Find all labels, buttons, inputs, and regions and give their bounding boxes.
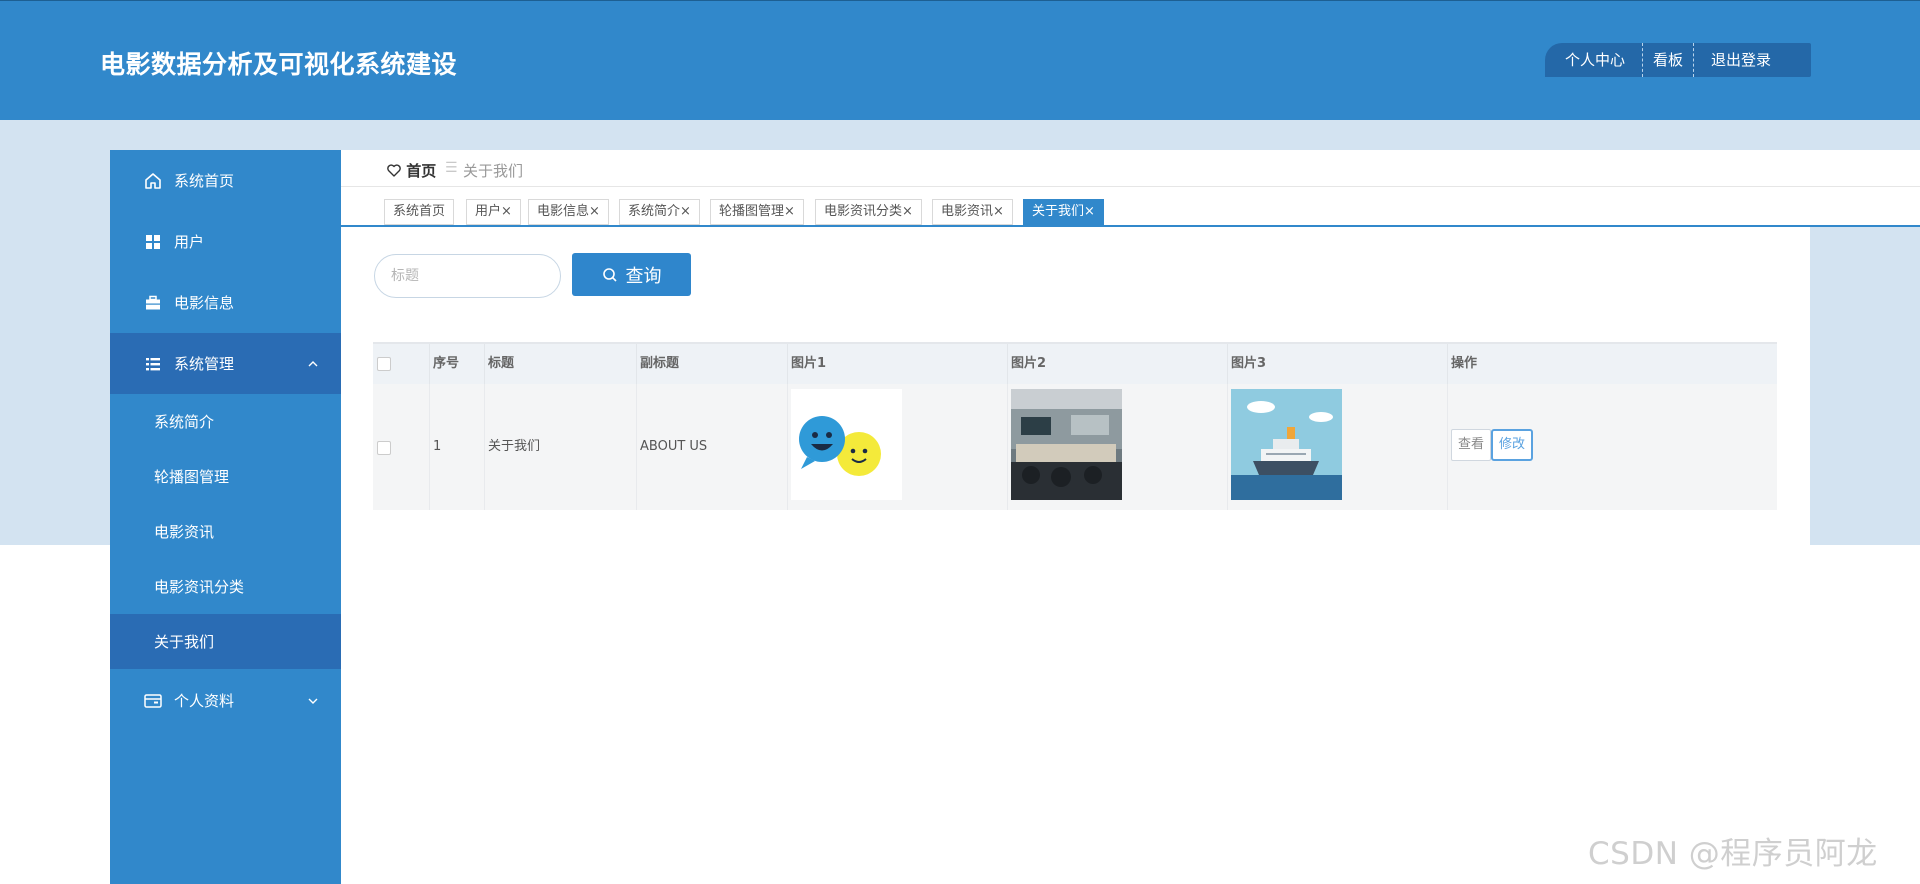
cell-title: 关于我们 [484, 384, 636, 510]
row-checkbox[interactable] [377, 441, 391, 455]
list-icon [144, 355, 162, 373]
tab-close-icon[interactable]: × [1084, 204, 1095, 219]
row-select [373, 384, 429, 510]
tab-label: 用户 [475, 204, 502, 219]
sidebar-sub-item-news-category[interactable]: 电影资讯分类 [110, 559, 341, 614]
main-content: 首页 ☰ 关于我们 系统首页 用户× 电影信息× 系统简介× 轮播图管理× 电影… [341, 150, 1920, 545]
tab-label: 关于我们 [1032, 204, 1085, 219]
tab-label: 电影资讯 [941, 204, 994, 219]
cell-image-2 [1007, 384, 1227, 510]
column-header: 标题 [484, 344, 636, 384]
top-nav-logout[interactable]: 退出登录 [1694, 43, 1788, 77]
column-header: 图片2 [1007, 344, 1227, 384]
tab-users[interactable]: 用户× [466, 199, 521, 225]
column-header: 序号 [429, 344, 484, 384]
sidebar-item-label: 系统首页 [174, 172, 235, 190]
sidebar-item-profile[interactable]: 个人资料 [110, 670, 341, 731]
sidebar-item-label: 个人资料 [174, 692, 235, 710]
tab-system-intro[interactable]: 系统简介× [619, 199, 700, 225]
column-header: 副标题 [636, 344, 787, 384]
sidebar: 系统首页 用户 电影信息 系统管理 系统简介 轮播图管理 电影资讯 电影资讯分类… [110, 150, 341, 884]
breadcrumb-home-label: 首页 [406, 162, 437, 180]
cell-image-1 [787, 384, 1007, 510]
cell-subtitle: ABOUT US [636, 384, 787, 510]
watermark: CSDN @程序员阿龙 [1588, 836, 1878, 872]
cell-actions: 查看 修改 [1447, 384, 1777, 510]
sidebar-item-system-management[interactable]: 系统管理 [110, 333, 341, 394]
content-panel: 查询 序号 标题 副标题 图片1 图片2 图片3 操作 1 关于我们 [341, 227, 1810, 545]
tab-label: 电影信息 [537, 204, 590, 219]
sidebar-item-label: 系统管理 [174, 355, 235, 373]
tab-close-icon[interactable]: × [902, 204, 913, 219]
sidebar-item-home[interactable]: 系统首页 [110, 150, 341, 211]
view-button[interactable]: 查看 [1451, 429, 1492, 461]
wallet-icon [144, 692, 162, 710]
tab-carousel[interactable]: 轮播图管理× [710, 199, 804, 225]
heart-icon [387, 164, 401, 177]
image-1-thumbnail [791, 389, 902, 500]
tab-label: 电影资讯分类 [824, 204, 903, 219]
top-header: 电影数据分析及可视化系统建设 个人中心 看板 退出登录 [0, 0, 1920, 120]
select-all-checkbox[interactable] [377, 357, 391, 371]
chevron-down-icon [307, 670, 319, 731]
sidebar-sub-item-system-intro[interactable]: 系统简介 [110, 394, 341, 449]
edit-button[interactable]: 修改 [1491, 429, 1534, 461]
breadcrumb-separator: ☰ [445, 160, 458, 176]
top-nav: 个人中心 看板 退出登录 [1545, 43, 1811, 77]
cell-index: 1 [429, 384, 484, 510]
table-header: 序号 标题 副标题 图片1 图片2 图片3 操作 [373, 344, 1777, 384]
top-nav-dashboard[interactable]: 看板 [1643, 43, 1693, 77]
app-title: 电影数据分析及可视化系统建设 [100, 50, 458, 79]
chevron-up-icon [307, 333, 319, 394]
sidebar-sub-item-carousel[interactable]: 轮播图管理 [110, 449, 341, 504]
column-header: 图片3 [1227, 344, 1447, 384]
tab-close-icon[interactable]: × [784, 204, 795, 219]
breadcrumb-home[interactable]: 首页 [387, 160, 436, 181]
sidebar-item-label: 电影信息 [174, 294, 235, 312]
title-search-input[interactable] [374, 254, 561, 298]
data-table: 序号 标题 副标题 图片1 图片2 图片3 操作 1 关于我们 ABOUT US [373, 342, 1777, 510]
image-2-thumbnail [1011, 389, 1122, 500]
tab-system-home[interactable]: 系统首页 [384, 199, 455, 225]
table-row: 1 关于我们 ABOUT US 查看 修改 [373, 384, 1777, 510]
sidebar-sub-item-movie-news[interactable]: 电影资讯 [110, 504, 341, 559]
tab-close-icon[interactable]: × [680, 204, 691, 219]
tab-label: 系统简介 [628, 204, 681, 219]
breadcrumb-current: 关于我们 [463, 162, 524, 180]
briefcase-icon [144, 294, 162, 312]
search-button[interactable]: 查询 [572, 253, 691, 296]
grid-icon [144, 233, 162, 251]
tab-movie-news[interactable]: 电影资讯× [932, 199, 1013, 225]
tab-bar: 系统首页 用户× 电影信息× 系统简介× 轮播图管理× 电影资讯分类× 电影资讯… [341, 187, 1920, 227]
sidebar-item-movie-info[interactable]: 电影信息 [110, 272, 341, 333]
sidebar-sub-item-about-us[interactable]: 关于我们 [110, 614, 341, 669]
tab-close-icon[interactable]: × [501, 204, 512, 219]
search-icon [602, 267, 618, 283]
breadcrumb: 首页 ☰ 关于我们 [341, 150, 1920, 187]
search-button-label: 查询 [625, 265, 662, 287]
column-header: 操作 [1447, 344, 1777, 384]
top-nav-profile[interactable]: 个人中心 [1545, 43, 1642, 77]
tab-label: 系统首页 [393, 204, 446, 219]
column-header: 图片1 [787, 344, 1007, 384]
tab-label: 轮播图管理 [719, 204, 785, 219]
tab-movie-info[interactable]: 电影信息× [528, 199, 609, 225]
tab-news-category[interactable]: 电影资讯分类× [815, 199, 922, 225]
tab-close-icon[interactable]: × [589, 204, 600, 219]
sidebar-item-users[interactable]: 用户 [110, 211, 341, 272]
cell-image-3 [1227, 384, 1447, 510]
sidebar-item-label: 用户 [174, 233, 205, 251]
header-select-all [373, 344, 429, 384]
tab-close-icon[interactable]: × [993, 204, 1004, 219]
image-3-thumbnail [1231, 389, 1342, 500]
tab-about-us[interactable]: 关于我们× [1023, 199, 1104, 225]
home-icon [144, 172, 162, 190]
